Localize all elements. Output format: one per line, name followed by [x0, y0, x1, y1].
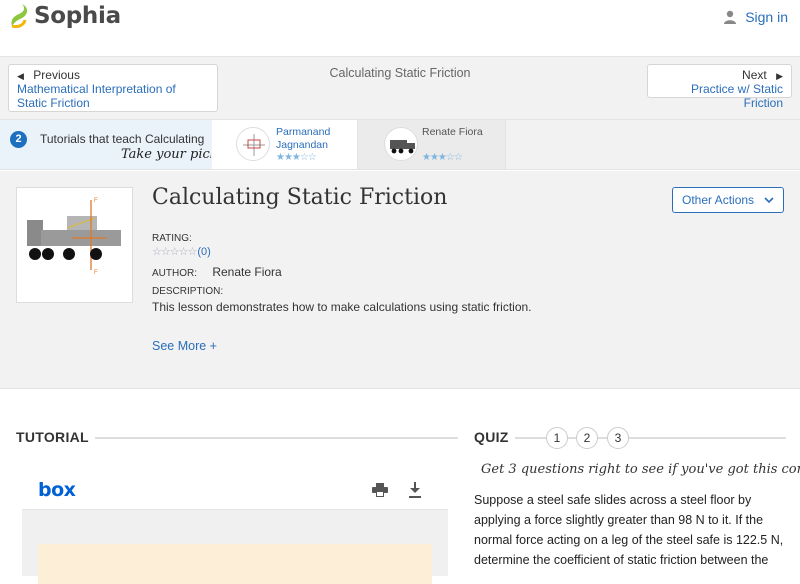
truck-force-diagram-image: F F	[27, 198, 121, 276]
sign-in-label: Sign in	[745, 9, 788, 25]
quiz-heading: QUIZ	[474, 429, 515, 445]
quiz-tagline: Get 3 questions right to see if you've g…	[481, 462, 800, 477]
tutorials-intro: 2 Tutorials that teach Calculating Take …	[0, 120, 211, 169]
tutorials-count-badge: 2	[10, 131, 27, 148]
chevron-down-icon	[764, 196, 774, 203]
box-document-viewer: box	[22, 470, 448, 584]
description-label: DESCRIPTION:	[152, 286, 224, 297]
next-lesson-title: Practice w/ Static Friction	[690, 82, 783, 110]
tutorial-author: Renate Fiora	[422, 126, 483, 138]
take-your-pick-label: Take your pick:	[121, 147, 211, 162]
tutorial-thumbnail	[384, 127, 418, 161]
lesson-info-panel: F F Calculating Static Friction Other Ac…	[0, 171, 800, 389]
box-toolbar: box	[22, 470, 448, 510]
tutorial-card-jagnandan[interactable]: Parmanand Jagnandan ★★★☆☆	[212, 120, 358, 169]
quiz-question-text: Suppose a steel safe slides across a ste…	[474, 493, 784, 567]
next-label: Next	[742, 68, 767, 82]
print-icon[interactable]	[372, 483, 388, 497]
tutorial-card-fiora[interactable]: Renate Fiora ★★★☆☆	[358, 120, 506, 169]
sophia-logo[interactable]: Sophia	[8, 2, 121, 30]
rating-label: RATING:	[152, 233, 192, 244]
quiz-section-header: QUIZ 1 2 3	[474, 427, 786, 449]
tutorials-count-label: Tutorials that teach Calculating	[40, 132, 205, 146]
top-header: Sophia Sign in	[0, 0, 800, 57]
svg-text:F: F	[94, 198, 98, 204]
chevron-right-icon: ▶	[776, 71, 783, 81]
tutorial-section-header: TUTORIAL	[16, 429, 458, 445]
section-divider	[474, 437, 786, 439]
quiz-question-1[interactable]: 1	[546, 427, 568, 449]
previous-lesson-button[interactable]: ◀ Previous Mathematical Interpretation o…	[8, 64, 218, 112]
rating-stars[interactable]: ☆☆☆☆☆	[152, 245, 197, 258]
quiz-question-2[interactable]: 2	[576, 427, 598, 449]
download-icon[interactable]	[408, 482, 422, 498]
lesson-description: This lesson demonstrates how to make cal…	[152, 300, 532, 314]
chevron-left-icon: ◀	[17, 71, 24, 81]
tutorial-heading: TUTORIAL	[16, 429, 95, 445]
other-actions-dropdown[interactable]: Other Actions	[672, 187, 784, 213]
tutorials-row: 2 Tutorials that teach Calculating Take …	[0, 119, 800, 170]
author-label: AUTHOR:	[152, 268, 197, 279]
author-name: Renate Fiora	[212, 265, 282, 279]
quiz-question-3[interactable]: 3	[607, 427, 629, 449]
tutorial-author: Parmanand Jagnandan	[276, 126, 331, 151]
sophia-logo-icon	[11, 4, 28, 29]
author-row: AUTHOR: Renate Fiora	[152, 265, 282, 279]
sign-in-button[interactable]: Sign in	[723, 9, 788, 25]
logo-text: Sophia	[34, 3, 121, 29]
see-more-link[interactable]: See More +	[152, 339, 217, 353]
other-actions-label: Other Actions	[682, 193, 755, 207]
user-icon	[724, 10, 737, 24]
document-page	[38, 544, 432, 584]
tutorial-rating-stars: ★★★☆☆	[276, 152, 317, 163]
rating-count[interactable]: (0)	[197, 246, 210, 258]
tutorial-rating-stars: ★★★☆☆	[422, 152, 463, 163]
tutorial-thumbnail	[236, 127, 270, 161]
rating-row: ☆☆☆☆☆ (0)	[152, 245, 211, 259]
lesson-title: Calculating Static Friction	[152, 185, 448, 210]
lesson-thumbnail: F F	[16, 187, 133, 303]
previous-lesson-title: Mathematical Interpretation of Static Fr…	[17, 82, 176, 110]
box-logo[interactable]: box	[38, 479, 76, 501]
next-lesson-button[interactable]: Next ▶ Practice w/ Static Friction	[647, 64, 792, 110]
lesson-navigation: ◀ Previous Mathematical Interpretation o…	[0, 57, 800, 119]
svg-text:F: F	[94, 270, 98, 276]
previous-label: Previous	[33, 68, 80, 82]
document-area[interactable]	[22, 510, 448, 584]
